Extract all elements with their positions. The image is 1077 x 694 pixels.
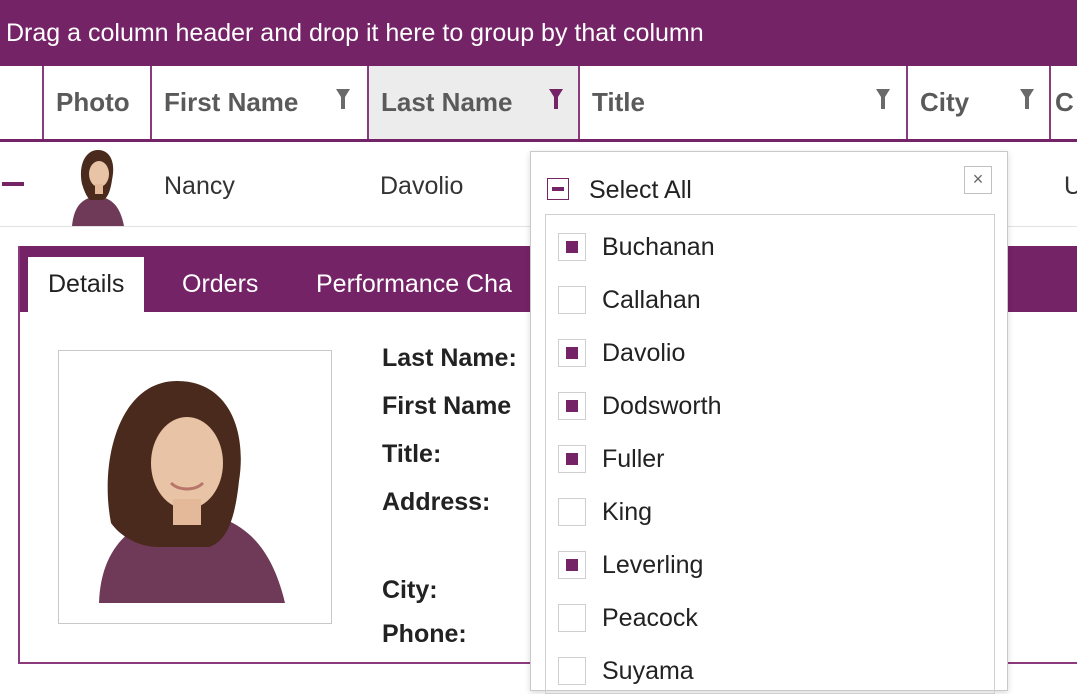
column-header-country[interactable]: C [1049, 66, 1077, 139]
checkbox-checked[interactable] [558, 445, 586, 473]
detail-label-title: Title: [382, 440, 442, 468]
select-all-checkbox[interactable] [547, 178, 569, 200]
column-header-photo[interactable]: Photo [42, 66, 150, 139]
group-by-panel[interactable]: Drag a column header and drop it here to… [0, 0, 1077, 66]
detail-label-last-name: Last Name: [382, 344, 517, 372]
filter-value-label: King [602, 498, 653, 526]
close-icon[interactable]: × [964, 166, 992, 194]
filter-value-label: Suyama [602, 657, 694, 685]
grid-header-row: Photo First Name Last Name Title City C [0, 66, 1077, 142]
filter-value-label: Davolio [602, 339, 686, 367]
column-filter-popup: × Select All Buchanan Callahan Davolio D… [530, 151, 1008, 694]
first-name-cell: Nancy [164, 172, 235, 200]
tab-orders[interactable]: Orders [162, 257, 278, 312]
column-header-label: Title [592, 87, 645, 117]
employee-photo [99, 381, 285, 603]
funnel-icon[interactable] [336, 89, 350, 109]
funnel-icon[interactable] [1020, 89, 1034, 109]
tab-label: Performance Cha [316, 270, 512, 298]
checkbox-checked[interactable] [558, 392, 586, 420]
tab-label: Details [48, 270, 125, 298]
filter-value-label: Buchanan [602, 233, 715, 261]
detail-label-address: Address: [382, 488, 491, 516]
detail-label-first-name: First Name [382, 392, 512, 420]
filter-values-list[interactable]: Buchanan Callahan Davolio Dodsworth Full… [545, 214, 995, 694]
column-header-label: City [920, 87, 970, 117]
group-by-hint: Drag a column header and drop it here to… [6, 19, 704, 47]
checkbox-checked[interactable] [558, 339, 586, 367]
column-header-last-name[interactable]: Last Name [367, 66, 578, 139]
column-header-label: Last Name [381, 87, 513, 117]
column-header-title[interactable]: Title [578, 66, 906, 139]
column-header-label: First Name [164, 87, 299, 117]
country-cell: U [1064, 172, 1077, 200]
tab-performance-chart[interactable]: Performance Cha [296, 257, 532, 312]
filter-value-label: Callahan [602, 286, 701, 314]
tab-label: Orders [182, 270, 259, 298]
filter-value-label: Leverling [602, 551, 704, 579]
close-glyph: × [972, 169, 984, 189]
checkbox-unchecked[interactable] [558, 498, 586, 526]
checkbox-unchecked[interactable] [558, 657, 586, 685]
checkbox-unchecked[interactable] [558, 604, 586, 632]
detail-label-phone: Phone: [382, 620, 467, 648]
filter-value-label: Fuller [602, 445, 665, 473]
employee-photo-thumbnail [72, 150, 124, 226]
last-name-cell: Davolio [380, 172, 464, 200]
filter-value-label: Dodsworth [602, 392, 722, 420]
select-all-label: Select All [589, 176, 692, 204]
funnel-icon[interactable] [876, 89, 890, 109]
detail-label-city: City: [382, 576, 438, 604]
column-header-city[interactable]: City [906, 66, 1049, 139]
checkbox-unchecked[interactable] [558, 286, 586, 314]
tab-details[interactable]: Details [28, 257, 145, 312]
checkbox-checked[interactable] [558, 233, 586, 261]
minus-icon[interactable] [2, 182, 24, 186]
column-header-label: Photo [56, 87, 130, 117]
column-header-first-name[interactable]: First Name [150, 66, 367, 139]
employee-photo-frame [58, 350, 332, 624]
funnel-icon[interactable] [549, 89, 563, 109]
checkbox-checked[interactable] [558, 551, 586, 579]
filter-value-label: Peacock [602, 604, 698, 632]
column-header-label: C [1055, 87, 1074, 117]
